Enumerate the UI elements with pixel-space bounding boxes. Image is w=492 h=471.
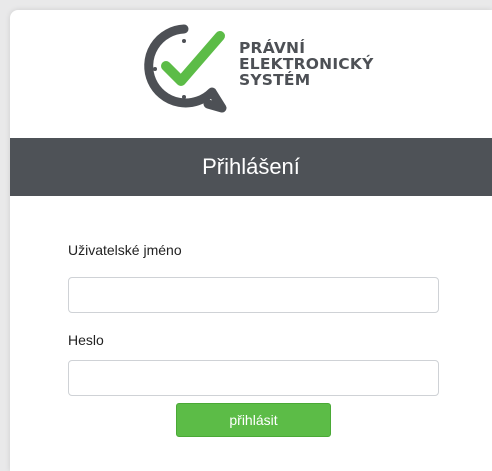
login-button[interactable]: přihlásit: [176, 403, 331, 437]
login-form: Uživatelské jméno Heslo: [68, 240, 440, 396]
logo-text: PRÁVNÍ ELEKTRONICKÝ SYSTÉM: [239, 40, 374, 88]
logo-line-2: ELEKTRONICKÝ: [239, 55, 374, 73]
password-input[interactable]: [68, 360, 439, 396]
login-header: Přihlášení: [10, 138, 492, 196]
logo: PRÁVNÍ ELEKTRONICKÝ SYSTÉM: [134, 20, 394, 120]
login-card: PRÁVNÍ ELEKTRONICKÝ SYSTÉM Přihlášení Už…: [10, 10, 492, 471]
password-label: Heslo: [68, 332, 104, 348]
clock-check-logo-icon: [144, 24, 227, 113]
page-title: Přihlášení: [202, 154, 300, 179]
logo-line-3: SYSTÉM: [239, 71, 311, 89]
logo-line-1: PRÁVNÍ: [239, 39, 306, 57]
username-label: Uživatelské jméno: [68, 242, 182, 258]
username-input[interactable]: [68, 277, 439, 313]
